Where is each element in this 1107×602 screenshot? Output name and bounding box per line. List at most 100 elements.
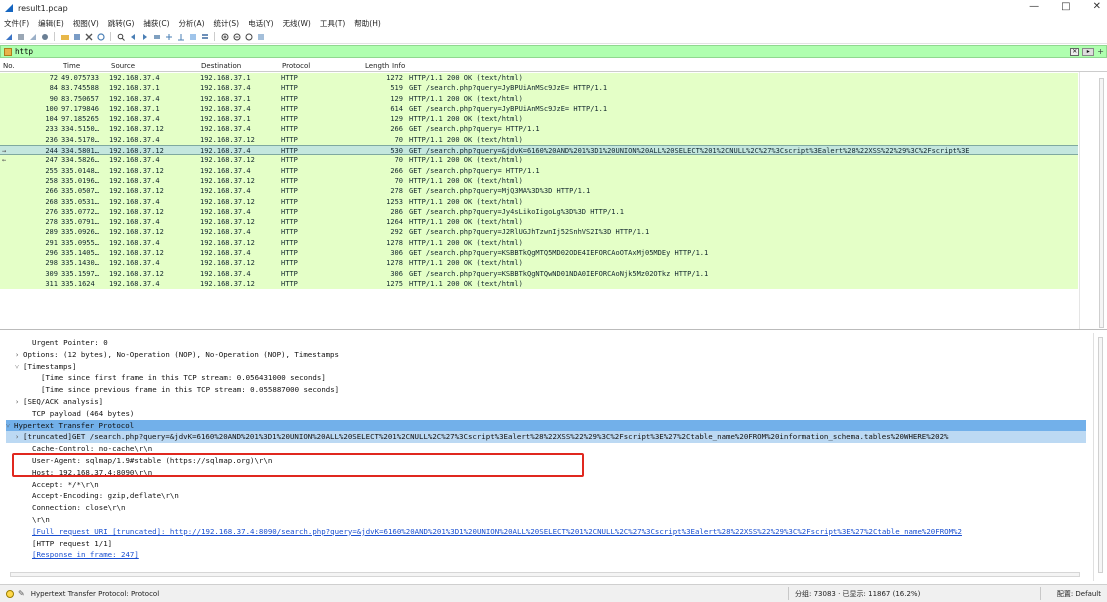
filter-add-button[interactable]: + [1097, 47, 1104, 56]
menu-analyze[interactable]: 分析(A) [179, 18, 205, 29]
last-icon[interactable] [176, 32, 185, 41]
packet-row[interactable]: 289 335.0926… 192.168.37.12 192.168.37.4 HTT… [0, 227, 1078, 238]
details-horizontal-scrollbar[interactable] [10, 572, 1080, 577]
status-profile[interactable]: 配置: Default [1057, 589, 1101, 599]
shark-fin-icon[interactable] [4, 32, 13, 41]
column-header-protocol[interactable]: Protocol [282, 62, 310, 70]
detail-line[interactable]: [Time since previous frame in this TCP s… [6, 384, 1086, 396]
column-header-info[interactable]: Info [392, 62, 405, 70]
stop-icon[interactable] [16, 32, 25, 41]
detail-line[interactable]: Accept-Encoding: gzip,deflate\r\n [6, 490, 1086, 502]
menu-telephony[interactable]: 电话(Y) [248, 18, 273, 29]
packet-cell-proto: HTTP [281, 187, 298, 196]
detail-line[interactable]: ˅ [Timestamps] [6, 361, 1086, 373]
packet-row[interactable]: 72 49.075733 192.168.37.4 192.168.37.1 HTTP 1… [0, 73, 1078, 84]
filter-bookmark-icon[interactable] [4, 47, 12, 56]
packet-cell-proto: HTTP [281, 104, 298, 113]
menu-capture[interactable]: 捕获(C) [143, 18, 169, 29]
detail-line[interactable]: [Time since first frame in this TCP stre… [6, 372, 1086, 384]
menu-file[interactable]: 文件(F) [4, 18, 29, 29]
packet-list-scroll-thumb[interactable] [1099, 78, 1104, 328]
filter-clear-icon[interactable]: ✕ [1070, 47, 1080, 56]
restart-icon[interactable] [28, 32, 37, 41]
packet-row[interactable]: 298 335.1430… 192.168.37.4 192.168.37.12 HTT… [0, 258, 1078, 269]
menu-statistics[interactable]: 统计(S) [214, 18, 240, 29]
packet-row[interactable]: 296 335.1405… 192.168.37.12 192.168.37.4 HTT… [0, 248, 1078, 259]
filter-apply-button[interactable]: ▸ [1082, 47, 1095, 56]
back-icon[interactable] [128, 32, 137, 41]
packet-row[interactable]: 100 97.179846 192.168.37.1 192.168.37.4 HTTP… [0, 103, 1078, 115]
details-tree: Urgent Pointer: 0 › Options: (12 bytes), N… [6, 337, 1086, 561]
detail-line[interactable]: › [truncated]GET /search.php?query=&jdvK=… [6, 431, 1086, 444]
packet-row[interactable]: 311 335.1624 192.168.37.4 192.168.37.12 HTTP… [0, 278, 1078, 290]
column-header-no[interactable]: No. [3, 62, 15, 70]
detail-line[interactable]: Connection: close\r\n [6, 502, 1086, 514]
packet-cell-no: 309 [45, 269, 58, 278]
packet-row[interactable]: 84 83.745588 192.168.37.1 192.168.37.4 HTTP 5… [0, 83, 1078, 94]
menu-go[interactable]: 跳转(G) [108, 18, 135, 29]
packet-cell-info: GET /search.php?query=KSBBTkQgMTQ5MD02OD… [409, 249, 709, 258]
goto-icon[interactable] [152, 32, 161, 41]
close-window-button[interactable]: ✕ [1093, 1, 1101, 12]
detail-line[interactable]: \r\n [6, 514, 1086, 526]
detail-line[interactable]: [Response in frame: 247] [6, 549, 1086, 561]
find-icon[interactable] [116, 32, 125, 41]
detail-line[interactable]: ˅ Hypertext Transfer Protocol [6, 419, 1086, 432]
packet-row[interactable]: 104 97.185265 192.168.37.4 192.168.37.1 HTTP… [0, 114, 1078, 125]
detail-line[interactable]: Urgent Pointer: 0 [6, 337, 1086, 349]
packet-row[interactable]: 255 335.0148… 192.168.37.12 192.168.37.4 HTT… [0, 165, 1078, 176]
open-icon[interactable] [60, 32, 69, 41]
menu-edit[interactable]: 编辑(E) [38, 18, 64, 29]
column-header-length[interactable]: Length [365, 62, 389, 70]
menu-help[interactable]: 帮助(H) [354, 18, 381, 29]
details-vertical-scrollbar[interactable] [1093, 333, 1107, 581]
detail-line[interactable]: TCP payload (464 bytes) [6, 408, 1086, 420]
menu-wireless[interactable]: 无线(W) [283, 18, 311, 29]
detail-line[interactable]: › Options: (12 bytes), No-Operation (NOP)… [6, 349, 1086, 361]
packet-row[interactable]: 258 335.0196… 192.168.37.4 192.168.37.12 HTT… [0, 175, 1078, 187]
packet-row[interactable]: 90 83.750657 192.168.37.4 192.168.37.1 HTTP 1… [0, 93, 1078, 104]
packet-row[interactable]: 291 335.0955… 192.168.37.4 192.168.37.12 HTT… [0, 237, 1078, 249]
packet-row[interactable]: 247 334.5826… 192.168.37.4 192.168.37.12 HTT… [0, 155, 1078, 166]
packet-cell-src: 192.168.37.12 [109, 187, 164, 196]
packet-row[interactable]: 233 334.5150… 192.168.37.12 192.168.37.4 HTT… [0, 124, 1078, 135]
colorize-icon[interactable] [200, 32, 209, 41]
details-scroll-thumb[interactable] [1098, 337, 1103, 573]
column-header-destination[interactable]: Destination [201, 62, 241, 70]
packet-row[interactable]: 244 334.5801… 192.168.37.12 192.168.37.4 HTT… [0, 145, 1078, 156]
expert-info-led-icon[interactable] [6, 589, 14, 598]
edit-comment-icon[interactable]: ✎ [18, 589, 25, 598]
maximize-button[interactable]: □ [1061, 1, 1070, 12]
autoscroll-icon[interactable] [188, 32, 197, 41]
zoom-out-icon[interactable] [232, 32, 241, 41]
packet-row[interactable]: 278 335.0791… 192.168.37.4 192.168.37.12 HTT… [0, 217, 1078, 228]
detail-text: Options: (12 bytes), No-Operation (NOP),… [23, 349, 339, 359]
detail-line[interactable]: › [SEQ/ACK analysis] [6, 396, 1086, 408]
resize-columns-icon[interactable] [256, 32, 265, 41]
column-header-time[interactable]: Time [63, 62, 80, 70]
zoom-reset-icon[interactable] [244, 32, 253, 41]
detail-line[interactable]: Accept: */*\r\n [6, 479, 1086, 491]
packet-row[interactable]: 268 335.0531… 192.168.37.4 192.168.37.12 HTT… [0, 196, 1078, 207]
packet-cell-dst: 192.168.37.12 [200, 238, 255, 247]
packet-row[interactable]: 276 335.0772… 192.168.37.12 192.168.37.4 HTT… [0, 206, 1078, 218]
reload-icon[interactable] [96, 32, 105, 41]
first-icon[interactable] [164, 32, 173, 41]
detail-line[interactable]: [HTTP request 1/1] [6, 538, 1086, 550]
menu-view[interactable]: 视图(V) [73, 18, 99, 29]
options-icon[interactable] [40, 32, 49, 41]
close-file-icon[interactable] [84, 32, 93, 41]
minimize-button[interactable]: — [1029, 1, 1039, 12]
packet-row[interactable]: 309 335.1597… 192.168.37.12 192.168.37.4 HTT… [0, 268, 1078, 279]
packet-row[interactable]: 266 335.0507… 192.168.37.12 192.168.37.4 HTT… [0, 186, 1078, 197]
save-icon[interactable] [72, 32, 81, 41]
menu-tools[interactable]: 工具(T) [320, 18, 345, 29]
packet-row[interactable]: 236 334.5170… 192.168.37.4 192.168.37.12 HTT… [0, 134, 1078, 146]
zoom-in-icon[interactable] [220, 32, 229, 41]
column-header-source[interactable]: Source [111, 62, 135, 70]
display-filter-input[interactable]: http [15, 47, 33, 56]
detail-line[interactable]: [Full request URI [truncated]: http://19… [6, 526, 1086, 538]
detail-text: [Response in frame: 247] [32, 550, 139, 560]
packet-list-scrollbar[interactable] [1079, 72, 1107, 329]
forward-icon[interactable] [140, 32, 149, 41]
